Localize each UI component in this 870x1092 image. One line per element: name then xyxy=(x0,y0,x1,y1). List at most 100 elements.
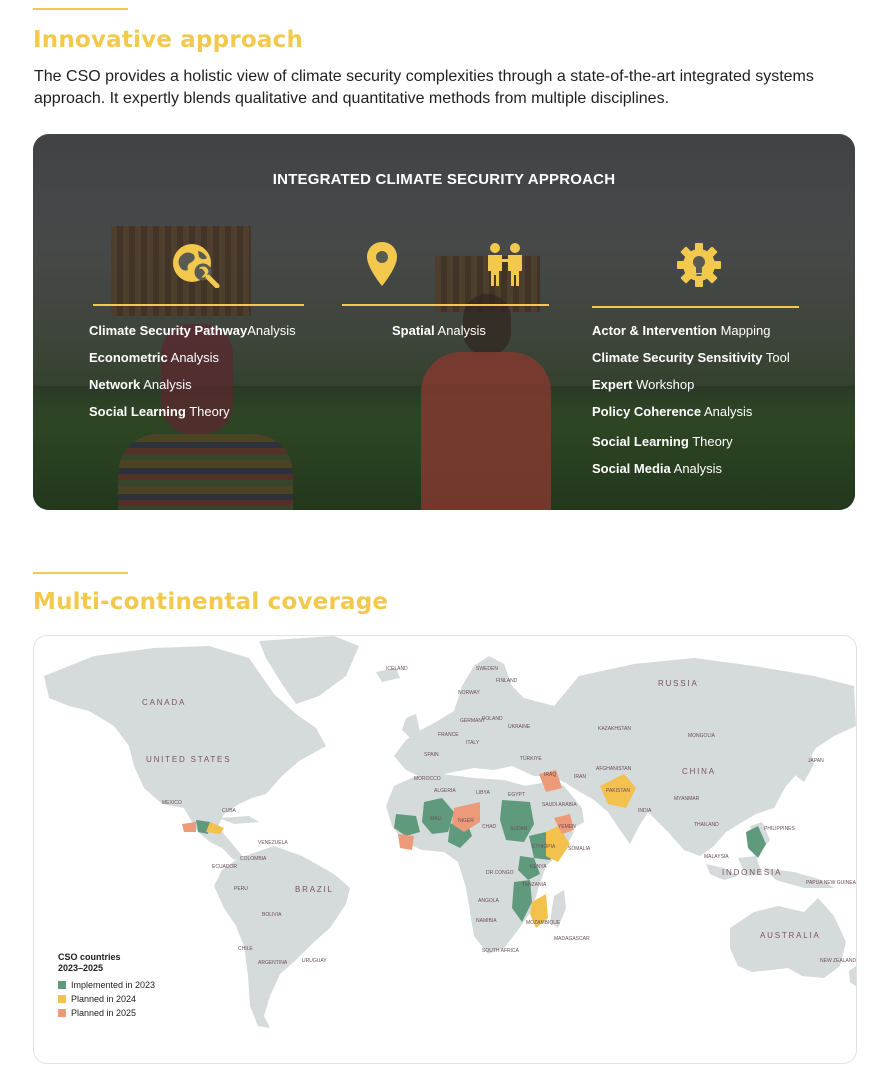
map-label-ethiopia: ETHIOPIA xyxy=(532,844,556,850)
map-label-afghanistan: AFGHANISTAN xyxy=(596,766,632,772)
legend-swatch-green xyxy=(58,981,66,989)
coverage-heading: Multi-continental coverage xyxy=(33,589,389,615)
legend-swatch-yellow xyxy=(58,995,66,1003)
map-label-namibia: NAMIBIA xyxy=(476,918,497,924)
method-item: Policy Coherence Analysis xyxy=(592,404,753,419)
map-legend: CSO countries 2023–2025 Implemented in 2… xyxy=(58,952,155,1018)
section-rule-innovative xyxy=(33,8,128,10)
map-label-argentina: ARGENTINA xyxy=(258,960,288,966)
approach-title: INTEGRATED CLIMATE SECURITY APPROACH xyxy=(272,171,616,188)
legend-title-line2: 2023–2025 xyxy=(58,963,104,973)
method-item: Social Media Analysis xyxy=(592,461,723,476)
column-rule-1 xyxy=(93,304,304,306)
legend-label: Planned in 2025 xyxy=(71,1008,137,1018)
map-label-tanzania: TANZANIA xyxy=(522,882,547,888)
globe-search-icon xyxy=(171,242,221,293)
map-label-iraq: IRAQ xyxy=(544,772,557,778)
people-icon xyxy=(485,242,525,291)
method-item: Climate Security Sensitivity Tool xyxy=(592,350,790,365)
map-label-new-zealand: NEW ZEALAND xyxy=(820,958,857,964)
map-label-papua-new-guinea: PAPUA NEW GUINEA xyxy=(806,880,856,886)
map-label-mozambique: MOZAMBIQUE xyxy=(526,920,561,926)
map-label-iceland: ICELAND xyxy=(386,666,408,672)
legend-item-implemented: Implemented in 2023 xyxy=(58,980,155,990)
map-label-madagascar: MADAGASCAR xyxy=(554,936,590,942)
map-label-peru: PERU xyxy=(234,886,248,892)
map-label-malaysia: MALAYSIA xyxy=(704,854,729,860)
map-label-angola: ANGOLA xyxy=(478,898,499,904)
map-label-sudan: SUDAN xyxy=(510,826,528,832)
map-label-brazil: BRAZIL xyxy=(295,885,334,894)
method-item: Network Analysis xyxy=(89,377,192,392)
map-label-russia: RUSSIA xyxy=(658,679,699,688)
map-label-egypt: EGYPT xyxy=(508,792,525,798)
column-rule-2 xyxy=(342,304,549,306)
method-item: Actor & Intervention Mapping xyxy=(592,323,771,338)
section-rule-coverage xyxy=(33,572,128,574)
map-label-cuba: CUBA xyxy=(222,808,236,814)
map-pin-icon xyxy=(367,242,397,291)
map-label-niger: NIGER xyxy=(458,818,474,824)
map-label-poland: POLAND xyxy=(482,716,503,722)
gear-lightbulb-icon xyxy=(676,242,722,293)
map-label-australia: AUSTRALIA xyxy=(760,931,821,940)
legend-label: Planned in 2024 xyxy=(71,994,137,1004)
legend-item-planned-2025: Planned in 2025 xyxy=(58,1008,155,1018)
map-label-saudi-arabia: SAUDI ARABIA xyxy=(542,802,577,808)
map-label-libya: LIBYA xyxy=(476,790,490,796)
map-label-france: FRANCE xyxy=(438,732,459,738)
method-item: Climate Security PathwayAnalysis xyxy=(89,323,296,338)
map-label-chad: CHAD xyxy=(482,824,497,830)
map-label-spain: SPAIN xyxy=(424,752,439,758)
map-label-indonesia: INDONESIA xyxy=(722,868,783,877)
map-label-norway: NORWAY xyxy=(458,690,480,696)
method-item: Spatial Analysis xyxy=(392,323,486,338)
map-label-canada: CANADA xyxy=(142,698,187,707)
map-label-uruguay: URUGUAY xyxy=(302,958,327,964)
map-label-yemen: YEMEN xyxy=(558,824,576,830)
map-label-turkiye: TÜRKIYE xyxy=(520,756,542,762)
map-label-japan: JAPAN xyxy=(808,758,824,764)
map-label-philippines: PHILIPPINES xyxy=(764,826,795,832)
approach-column-1: Climate Security PathwayAnalysis Econome… xyxy=(89,317,296,425)
method-item: Social Learning Theory xyxy=(89,404,230,419)
legend-label: Implemented in 2023 xyxy=(71,980,156,990)
map-label-chile: CHILE xyxy=(238,946,253,952)
method-item: Econometric Analysis xyxy=(89,350,220,365)
map-label-venezuela: VENEZUELA xyxy=(258,840,288,846)
map-label-algeria: ALGERIA xyxy=(434,788,456,794)
map-label-ukraine: UKRAINE xyxy=(508,724,531,730)
approach-column-3: Actor & Intervention Mapping Climate Sec… xyxy=(592,317,790,482)
map-label-ecuador: ECUADOR xyxy=(212,864,238,870)
map-label-myanmar: MYANMAR xyxy=(674,796,700,802)
legend-item-planned-2024: Planned in 2024 xyxy=(58,994,155,1004)
map-label-china: CHINA xyxy=(682,767,716,776)
innovative-heading: Innovative approach xyxy=(33,27,304,53)
map-label-mali: MALI xyxy=(430,816,442,822)
innovative-intro: The CSO provides a holistic view of clim… xyxy=(34,68,814,107)
map-label-finland: FINLAND xyxy=(496,678,518,684)
map-label-india: INDIA xyxy=(638,808,652,814)
map-label-pakistan: PAKISTAN xyxy=(606,788,630,794)
map-label-morocco: MOROCCO xyxy=(414,776,441,782)
map-label-sweden: SWEDEN xyxy=(476,666,498,672)
approach-column-2: Spatial Analysis xyxy=(392,317,486,344)
map-label-thailand: THAILAND xyxy=(694,822,719,828)
map-label-bolivia: BOLIVIA xyxy=(262,912,282,918)
map-label-colombia: COLOMBIA xyxy=(240,856,267,862)
map-label-mexico: MEXICO xyxy=(162,800,182,806)
map-label-somalia: SOMALIA xyxy=(568,846,591,852)
map-label-united-states: UNITED STATES xyxy=(146,755,232,764)
map-label-south-africa: SOUTH AFRICA xyxy=(482,948,519,954)
map-label-dr-congo: DR CONGO xyxy=(486,870,514,876)
map-label-kenya: KENYA xyxy=(530,864,547,870)
legend-title-line1: CSO countries xyxy=(58,952,121,962)
map-label-italy: ITALY xyxy=(466,740,480,746)
column-rule-3 xyxy=(592,306,799,308)
map-label-iran: IRAN xyxy=(574,774,586,780)
method-item: Social Learning Theory xyxy=(592,434,733,449)
approach-panel: INTEGRATED CLIMATE SECURITY APPROACH Cli… xyxy=(33,134,855,510)
world-map: CANADA UNITED STATES BRAZIL RUSSIA CHINA… xyxy=(33,635,857,1064)
legend-swatch-orange xyxy=(58,1009,66,1017)
method-item: Expert Workshop xyxy=(592,377,695,392)
